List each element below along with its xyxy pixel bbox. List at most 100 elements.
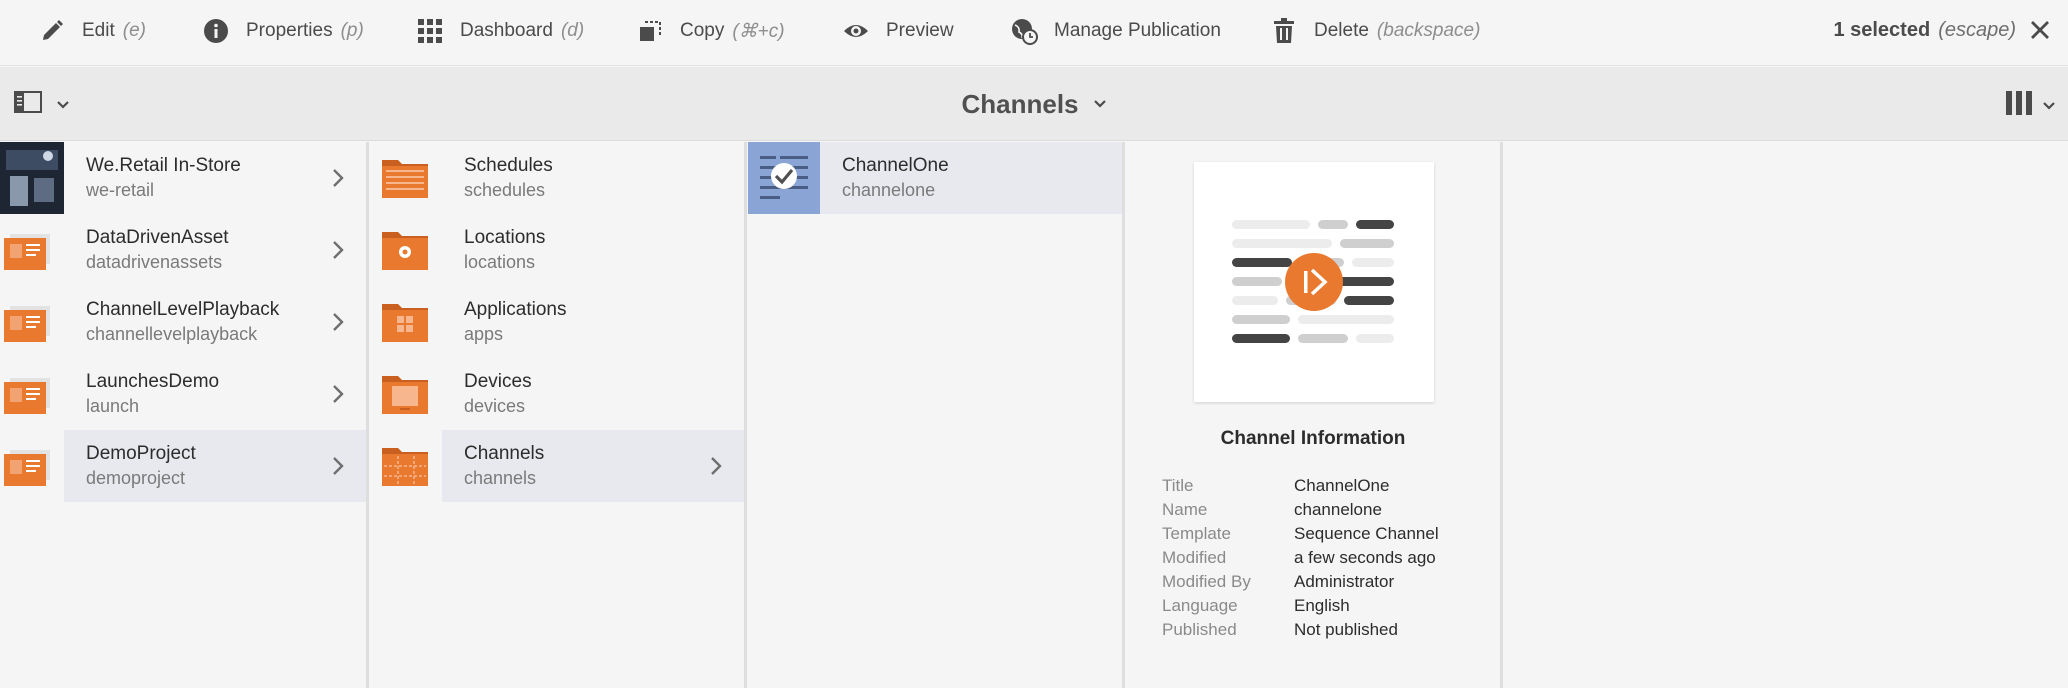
metadata-row: Language English [1162, 594, 1439, 618]
store-thumbnail [0, 142, 64, 214]
row-subtitle: devices [464, 396, 526, 416]
metadata-row: Modified a few seconds ago [1162, 546, 1439, 570]
copy-button[interactable]: Copy (⌘+c) [636, 0, 785, 62]
dashboard-button[interactable]: Dashboard (d) [416, 0, 584, 62]
pencil-icon [38, 17, 66, 45]
row-subtitle: channellevelplayback [86, 324, 258, 344]
metadata-value: Sequence Channel [1294, 524, 1439, 543]
project-thumbnail [0, 358, 64, 430]
metadata-key: Name [1162, 500, 1208, 519]
chevron-down-icon [2042, 101, 2056, 111]
copy-icon [636, 17, 664, 45]
edit-shortcut: (e) [122, 20, 146, 41]
list-item[interactable]: DataDrivenAsset datadrivenassets [0, 214, 366, 286]
channel-preview-card [1194, 162, 1434, 402]
selection-count-label: 1 selected [1833, 18, 1931, 41]
project-thumbnail [0, 214, 64, 286]
metadata-value: Not published [1294, 620, 1398, 639]
info-heading: Channel Information [1220, 428, 1406, 449]
list-item[interactable]: DemoProject demoproject [0, 430, 366, 502]
copy-label: Copy [680, 20, 725, 41]
edit-label: Edit [82, 20, 115, 41]
close-icon[interactable] [2026, 16, 2054, 44]
chevron-right-icon [333, 457, 344, 475]
row-title: Locations [464, 227, 546, 248]
row-title: DataDrivenAsset [86, 227, 229, 248]
eye-icon [842, 17, 870, 45]
row-subtitle: locations [464, 252, 536, 272]
row-title: Devices [464, 371, 532, 392]
metadata-row: Title ChannelOne [1162, 474, 1439, 498]
copy-shortcut: (⌘+c) [732, 20, 785, 42]
metadata-value: Administrator [1294, 572, 1395, 591]
row-subtitle: launch [86, 396, 140, 416]
selection-shortcut: (escape) [1938, 18, 2016, 41]
chevron-right-icon [333, 241, 344, 259]
dashboard-shortcut: (d) [560, 20, 585, 41]
channel-thumbnail [748, 142, 820, 214]
list-item[interactable]: ChannelOne channelone [748, 142, 1122, 214]
row-title: Channels [464, 443, 545, 464]
row-subtitle: demoproject [86, 468, 186, 488]
page-title-text: Channels [961, 88, 1079, 119]
project-thumbnail [0, 286, 64, 358]
metadata-row: Template Sequence Channel [1162, 522, 1439, 546]
properties-button[interactable]: Properties (p) [202, 0, 364, 62]
chevron-right-icon [711, 457, 722, 475]
list-item[interactable]: Schedules schedules [370, 142, 744, 214]
metadata-key: Modified [1162, 548, 1227, 567]
row-subtitle: we-retail [86, 180, 155, 200]
preview-button[interactable]: Preview [842, 0, 954, 62]
list-item[interactable]: LaunchesDemo launch [0, 358, 366, 430]
row-subtitle: schedules [464, 180, 546, 200]
edit-button[interactable]: Edit (e) [38, 0, 146, 62]
grid-icon [416, 17, 444, 45]
column-projects: We.Retail In-Store we-retail DataDrivenA… [0, 142, 369, 688]
list-item[interactable]: Applications apps [370, 286, 744, 358]
metadata-row: Modified By Administrator [1162, 570, 1439, 594]
metadata-key: Language [1162, 596, 1238, 615]
properties-label: Properties [246, 20, 333, 41]
info-icon [202, 17, 230, 45]
chevron-down-icon[interactable] [1093, 99, 1107, 109]
play-icon [1284, 252, 1344, 317]
row-subtitle: channels [464, 468, 537, 488]
row-title: Schedules [464, 155, 553, 176]
dashboard-label: Dashboard [460, 20, 553, 41]
metadata-value: English [1294, 596, 1350, 615]
folder-icon [370, 430, 442, 502]
list-item[interactable]: ChannelLevelPlayback channellevelplaybac… [0, 286, 366, 358]
list-item[interactable]: We.Retail In-Store we-retail [0, 142, 366, 214]
delete-shortcut: (backspace) [1376, 20, 1481, 41]
metadata-key: Published [1162, 620, 1237, 639]
folder-icon [370, 358, 442, 430]
row-title: DemoProject [86, 443, 196, 464]
metadata-value: a few seconds ago [1294, 548, 1436, 567]
column-channels: ChannelOne channelone [748, 142, 1125, 688]
chevron-right-icon [333, 385, 344, 403]
list-item[interactable]: Devices devices [370, 358, 744, 430]
preview-label: Preview [886, 20, 954, 41]
metadata-value: channelone [1294, 500, 1382, 519]
list-item[interactable]: Channels channels [370, 430, 744, 502]
metadata-key: Modified By [1162, 572, 1251, 591]
header-bar: Channels [0, 67, 2068, 141]
list-item[interactable]: Locations locations [370, 214, 744, 286]
column-folders: Schedules schedules Locations locations … [370, 142, 747, 688]
row-subtitle: channelone [842, 180, 936, 200]
delete-button[interactable]: Delete (backspace) [1270, 0, 1480, 62]
properties-shortcut: (p) [340, 20, 364, 41]
manage-publication-button[interactable]: Manage Publication [1010, 0, 1221, 62]
chevron-right-icon [333, 313, 344, 331]
folder-icon [370, 214, 442, 286]
manage-publication-label: Manage Publication [1054, 20, 1221, 41]
row-title: LaunchesDemo [86, 371, 220, 392]
metadata-key: Title [1162, 476, 1194, 495]
row-title: We.Retail In-Store [86, 155, 241, 176]
page-title: Channels [0, 67, 2068, 141]
row-title: Applications [464, 299, 567, 320]
row-subtitle: datadrivenassets [86, 252, 223, 272]
trash-icon [1270, 17, 1298, 45]
row-title: ChannelLevelPlayback [86, 299, 280, 320]
view-switcher-button[interactable] [2006, 91, 2056, 120]
